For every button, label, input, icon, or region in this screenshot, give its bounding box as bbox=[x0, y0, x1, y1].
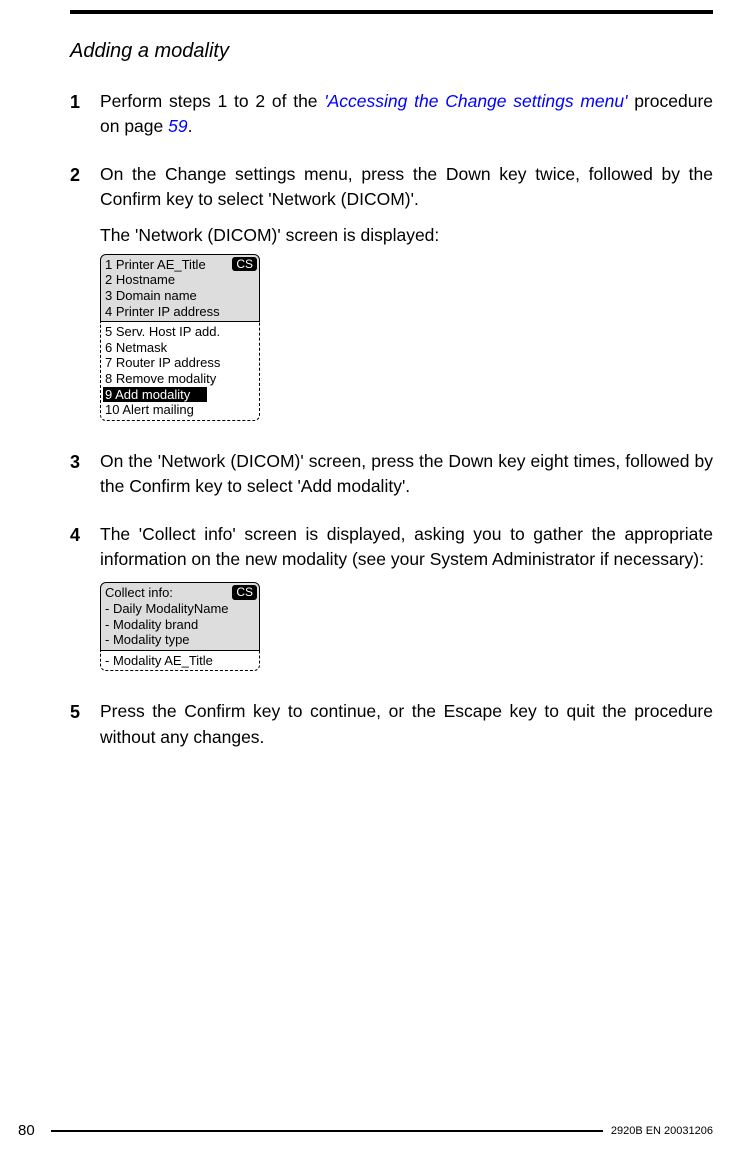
page-footer: 80 2920B EN 20031206 bbox=[18, 1122, 713, 1139]
cs-badge: CS bbox=[232, 257, 257, 271]
step-number: 1 bbox=[70, 89, 100, 140]
menu-item-selected: 9 Add modality bbox=[103, 387, 207, 403]
text: . bbox=[188, 116, 193, 136]
step-3: 3 On the 'Network (DICOM)' screen, press… bbox=[70, 449, 713, 500]
step-4: 4 The 'Collect info' screen is displayed… bbox=[70, 522, 713, 678]
info-line: - Modality brand bbox=[105, 617, 255, 633]
step-body: Press the Confirm key to continue, or th… bbox=[100, 699, 713, 750]
menu-item: 5 Serv. Host IP add. bbox=[105, 324, 255, 340]
step-body: On the Change settings menu, press the D… bbox=[100, 162, 713, 427]
footer-rule bbox=[51, 1130, 603, 1132]
step-body: Perform steps 1 to 2 of the 'Accessing t… bbox=[100, 89, 713, 140]
step-number: 2 bbox=[70, 162, 100, 427]
cs-badge: CS bbox=[232, 585, 257, 599]
step-body: The 'Collect info' screen is displayed, … bbox=[100, 522, 713, 678]
text: The 'Collect info' screen is displayed, … bbox=[100, 522, 713, 573]
document-id: 2920B EN 20031206 bbox=[611, 1125, 713, 1137]
page-content: Adding a modality 1 Perform steps 1 to 2… bbox=[70, 40, 713, 772]
network-dicom-screen: CS 1 Printer AE_Title 2 Hostname 3 Domai… bbox=[100, 254, 260, 421]
menu-item: 8 Remove modality bbox=[105, 371, 255, 387]
step-number: 4 bbox=[70, 522, 100, 678]
text: On the Change settings menu, press the D… bbox=[100, 162, 713, 213]
section-heading: Adding a modality bbox=[70, 40, 713, 63]
step-number: 5 bbox=[70, 699, 100, 750]
menu-item: 3 Domain name bbox=[105, 288, 255, 304]
page-ref-link[interactable]: 59 bbox=[168, 116, 187, 136]
info-line: - Daily ModalityName bbox=[105, 601, 255, 617]
info-line: - Modality type bbox=[105, 632, 255, 648]
menu-item: 2 Hostname bbox=[105, 272, 255, 288]
step-2: 2 On the Change settings menu, press the… bbox=[70, 162, 713, 427]
page-number: 80 bbox=[18, 1122, 35, 1139]
screen-scroll-area: - Modality AE_Title bbox=[100, 651, 260, 672]
top-rule bbox=[70, 10, 713, 14]
step-1: 1 Perform steps 1 to 2 of the 'Accessing… bbox=[70, 89, 713, 140]
screen-scroll-area: 5 Serv. Host IP add. 6 Netmask 7 Router … bbox=[100, 322, 260, 421]
info-line: - Modality AE_Title bbox=[105, 653, 255, 669]
collect-info-screen: CS Collect info: - Daily ModalityName - … bbox=[100, 582, 260, 671]
menu-item: 6 Netmask bbox=[105, 340, 255, 356]
step-body: On the 'Network (DICOM)' screen, press t… bbox=[100, 449, 713, 500]
screen-visible-area: CS Collect info: - Daily ModalityName - … bbox=[100, 582, 260, 650]
step-number: 3 bbox=[70, 449, 100, 500]
step-5: 5 Press the Confirm key to continue, or … bbox=[70, 699, 713, 750]
menu-item: 4 Printer IP address bbox=[105, 304, 255, 320]
menu-item: 7 Router IP address bbox=[105, 355, 255, 371]
text: The 'Network (DICOM)' screen is displaye… bbox=[100, 223, 713, 248]
menu-item: 10 Alert mailing bbox=[105, 402, 255, 418]
cross-ref-link[interactable]: 'Accessing the Change settings menu' bbox=[324, 91, 627, 111]
screen-visible-area: CS 1 Printer AE_Title 2 Hostname 3 Domai… bbox=[100, 254, 260, 322]
text: Perform steps 1 to 2 of the bbox=[100, 91, 324, 111]
